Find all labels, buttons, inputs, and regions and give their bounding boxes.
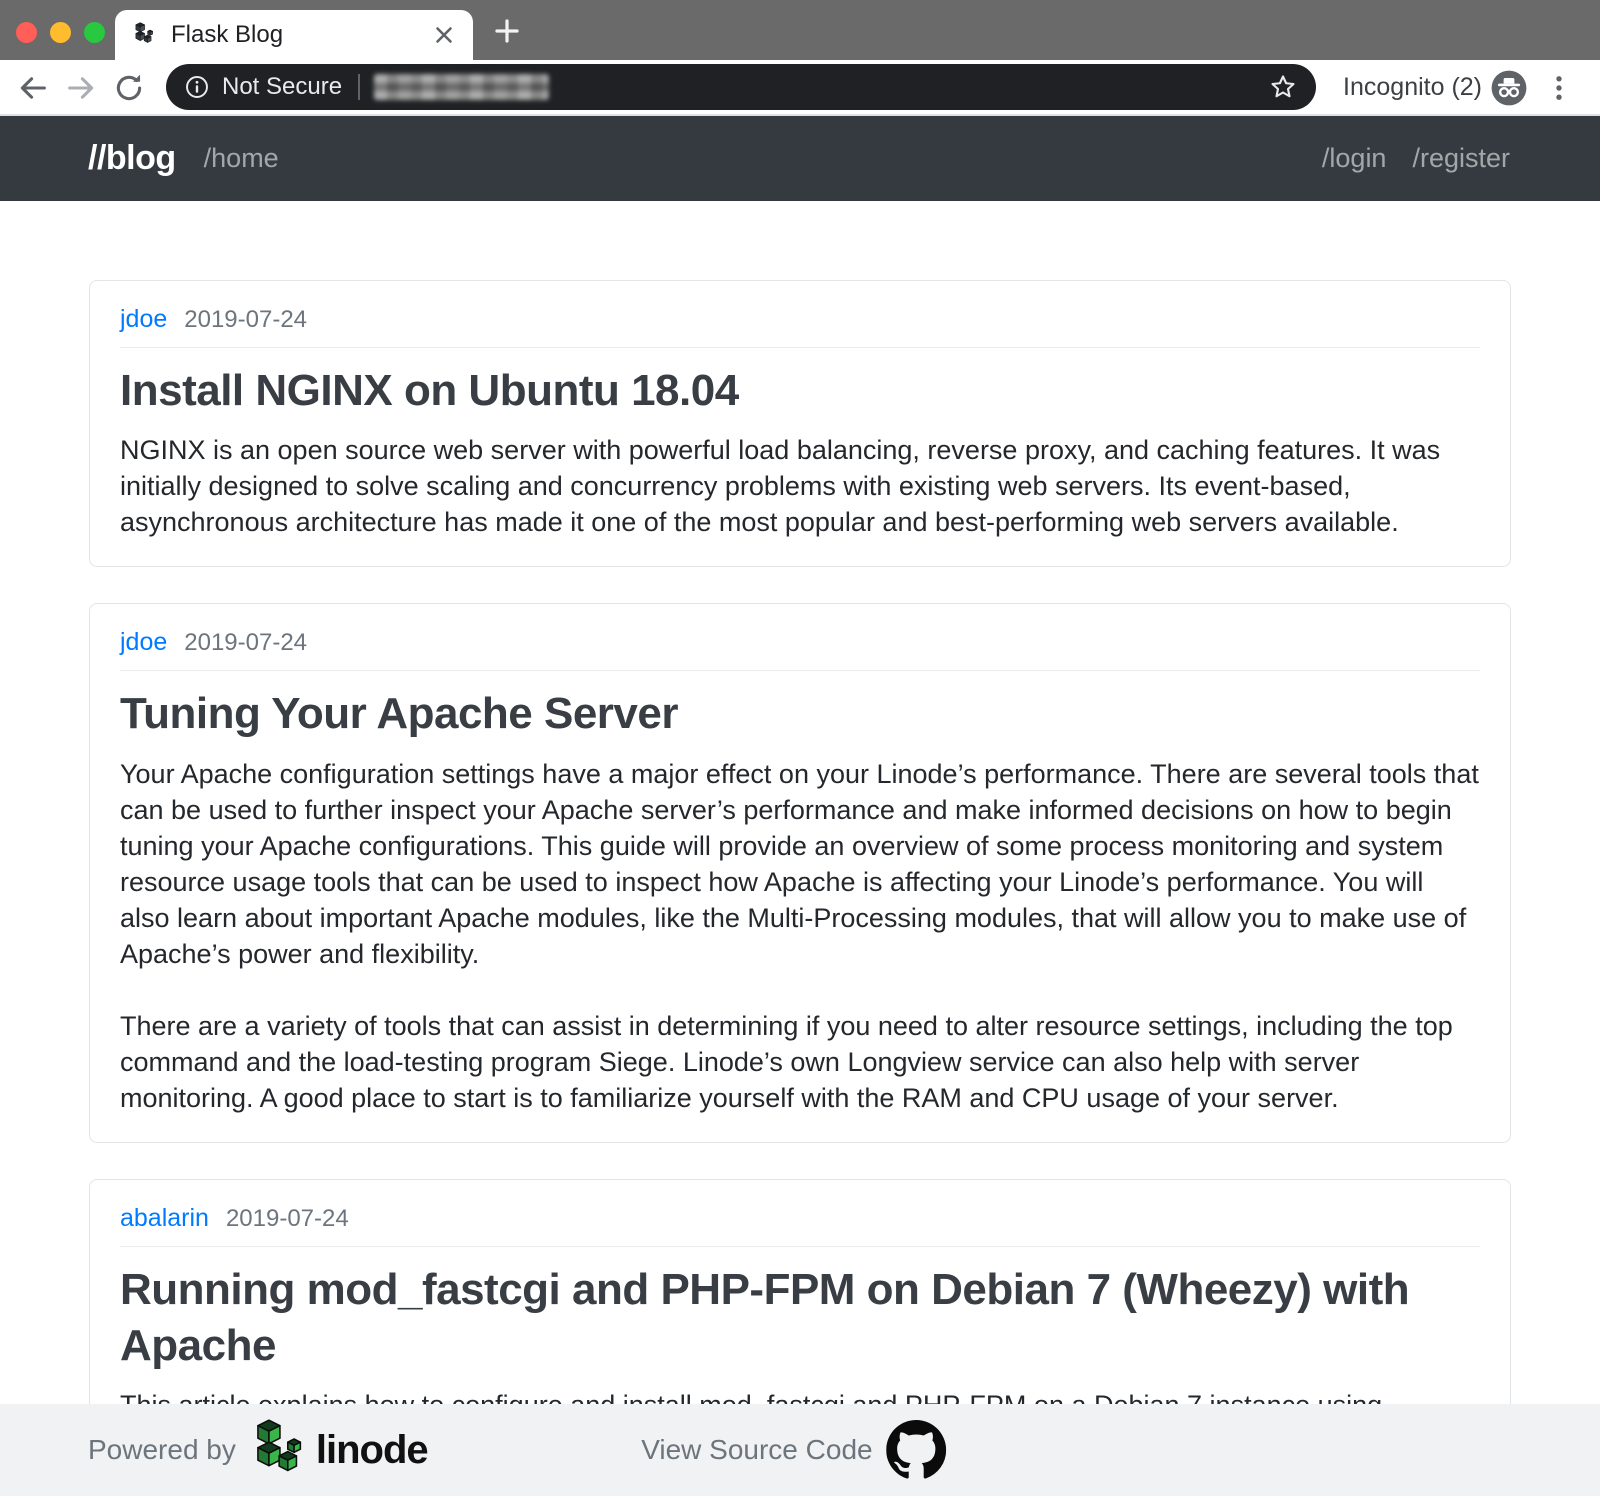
address-bar[interactable]: Not Secure [166, 64, 1316, 110]
linode-logo-icon[interactable] [250, 1417, 302, 1483]
powered-by-group: Powered by linode [88, 1404, 428, 1496]
meta-divider [120, 1246, 1480, 1247]
post-author-link[interactable]: jdoe [120, 305, 167, 334]
nav-link-register[interactable]: /register [1412, 143, 1510, 174]
post-excerpt: Your Apache configuration settings have … [120, 756, 1480, 972]
forward-icon[interactable] [64, 71, 98, 105]
github-icon[interactable] [887, 1420, 947, 1480]
tab-strip: Flask Blog [0, 0, 1600, 60]
reload-icon[interactable] [112, 71, 146, 105]
post-date: 2019-07-24 [184, 306, 307, 334]
post-excerpt: NGINX is an open source web server with … [120, 432, 1480, 540]
window-controls [16, 22, 105, 43]
browser-menu-icon[interactable] [1542, 71, 1576, 105]
meta-divider [120, 347, 1480, 348]
back-icon[interactable] [16, 71, 50, 105]
powered-by-label: Powered by [88, 1434, 236, 1466]
meta-divider [120, 670, 1480, 671]
minimize-window-button[interactable] [50, 22, 71, 43]
post-title-link[interactable]: Install NGINX on Ubuntu 18.04 [120, 363, 1480, 419]
browser-toolbar: Not Secure Incognito (2) [0, 60, 1600, 116]
site-navbar: //blog /home /login /register [0, 116, 1600, 201]
close-window-button[interactable] [16, 22, 37, 43]
redacted-url [374, 74, 549, 100]
new-tab-icon[interactable] [492, 16, 522, 46]
post-card: jdoe 2019-07-24 Tuning Your Apache Serve… [89, 603, 1511, 1142]
post-title-link[interactable]: Running mod_fastcgi and PHP-FPM on Debia… [120, 1262, 1480, 1375]
page-footer: Powered by linode [0, 1404, 1600, 1496]
incognito-icon [1490, 69, 1528, 107]
post-feed: jdoe 2019-07-24 Install NGINX on Ubuntu … [0, 201, 1600, 1412]
post-date: 2019-07-24 [226, 1205, 349, 1233]
post-card: jdoe 2019-07-24 Install NGINX on Ubuntu … [89, 280, 1511, 567]
view-source-label[interactable]: View Source Code [641, 1434, 872, 1466]
post-title-link[interactable]: Tuning Your Apache Server [120, 686, 1480, 742]
address-separator [358, 74, 360, 100]
incognito-label: Incognito (2) [1343, 73, 1482, 102]
post-date: 2019-07-24 [184, 629, 307, 657]
zoom-window-button[interactable] [84, 22, 105, 43]
site-favicon-icon [131, 22, 155, 48]
post-author-link[interactable]: jdoe [120, 628, 167, 657]
browser-tab[interactable]: Flask Blog [115, 10, 473, 60]
site-info-icon[interactable] [184, 74, 210, 100]
nav-link-home[interactable]: /home [204, 143, 279, 174]
linode-wordmark[interactable]: linode [316, 1428, 428, 1473]
post-card: abalarin 2019-07-24 Running mod_fastcgi … [89, 1179, 1511, 1412]
view-source-group[interactable]: View Source Code [641, 1404, 946, 1496]
bookmark-star-icon[interactable] [1268, 72, 1298, 102]
brand-blog[interactable]: //blog [88, 139, 176, 178]
nav-link-login[interactable]: /login [1322, 143, 1387, 174]
tab-title: Flask Blog [171, 21, 431, 49]
post-excerpt: There are a variety of tools that can as… [120, 1008, 1480, 1116]
browser-window: Flask Blog Not Secure [0, 0, 1600, 1496]
security-status-label: Not Secure [222, 73, 342, 101]
tab-close-icon[interactable] [431, 22, 457, 48]
post-author-link[interactable]: abalarin [120, 1204, 209, 1233]
